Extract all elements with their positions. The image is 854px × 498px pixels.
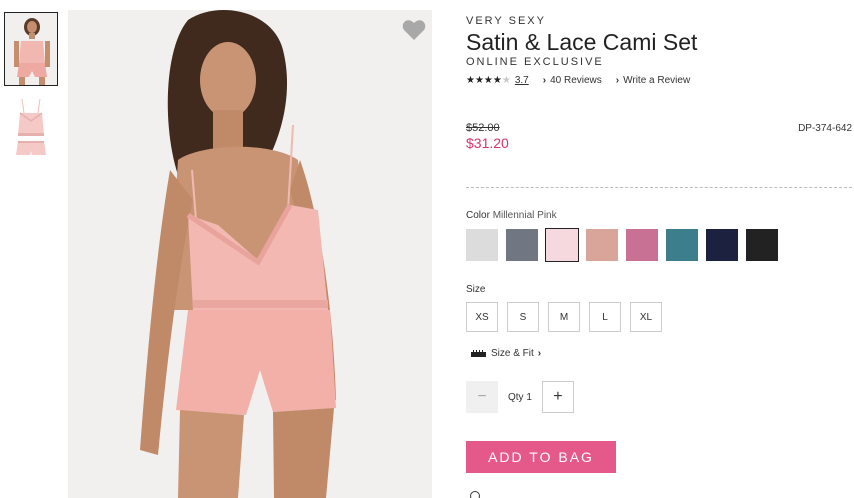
size-option-m[interactable]: M [548,302,580,332]
size-label: Size [466,284,486,295]
size-option-l[interactable]: L [589,302,621,332]
color-swatch[interactable] [586,229,618,261]
thumbnail-product-image [4,95,58,169]
reviews-link[interactable]: › 40 Reviews [543,75,602,86]
color-swatch[interactable] [506,229,538,261]
original-price: $52.00 [466,122,500,134]
color-swatch[interactable] [466,229,498,261]
size-fit-link[interactable]: Size & Fit › [471,348,545,359]
size-option-s[interactable]: S [507,302,539,332]
size-option-xl[interactable]: XL [630,302,662,332]
product-sku: DP-374-642 [798,123,852,134]
rating-value: 3.7 [514,75,529,86]
size-fit-label: Size & Fit [491,348,534,359]
sale-price: $31.20 [466,135,509,151]
reviews-link-label: 40 Reviews [550,75,602,86]
model-illustration [68,10,432,498]
product-main-image [68,10,432,498]
color-label-text: Color [466,210,490,221]
thumbnail-product[interactable] [4,95,58,169]
chevron-right-icon: › [537,348,542,359]
product-title: Satin & Lace Cami Set [466,29,698,55]
write-review-link[interactable]: › Write a Review [616,75,690,86]
color-swatch[interactable] [626,229,658,261]
thumbnail-model-image [5,13,57,85]
add-to-bag-button[interactable]: ADD TO BAG [466,441,616,473]
size-option-xs[interactable]: XS [466,302,498,332]
color-label: Color Millennial Pink [466,210,557,221]
thumbnail-model[interactable] [4,12,58,86]
color-swatch[interactable] [746,229,778,261]
color-swatch[interactable] [666,229,698,261]
quantity-decrease-button[interactable]: − [466,381,498,413]
info-icon [470,491,480,498]
product-details: VERY SEXY Satin & Lace Cami Set ONLINE E… [466,0,854,498]
quantity-increase-button[interactable]: + [541,381,574,413]
online-exclusive-label: ONLINE EXCLUSIVE [466,56,604,68]
color-swatches [466,228,786,262]
ruler-icon [471,350,486,357]
divider [466,187,852,188]
color-swatch[interactable] [706,229,738,261]
write-review-label: Write a Review [623,75,691,86]
color-swatch[interactable] [545,228,579,262]
favorite-heart-icon[interactable] [402,19,426,41]
chevron-right-icon: › [542,75,547,86]
selected-color-name: Millennial Pink [492,210,557,221]
size-options: XS S M L XL [466,302,671,332]
quantity-value: Qty 1 [508,391,532,403]
product-brand: VERY SEXY [466,15,546,27]
quantity-stepper: − Qty 1 + [466,381,574,413]
chevron-right-icon: › [615,75,620,86]
rating-stars-icon: ★★★★★ [466,75,511,86]
rating-row: ★★★★★ 3.7 › 40 Reviews › Write a Review [466,75,690,86]
